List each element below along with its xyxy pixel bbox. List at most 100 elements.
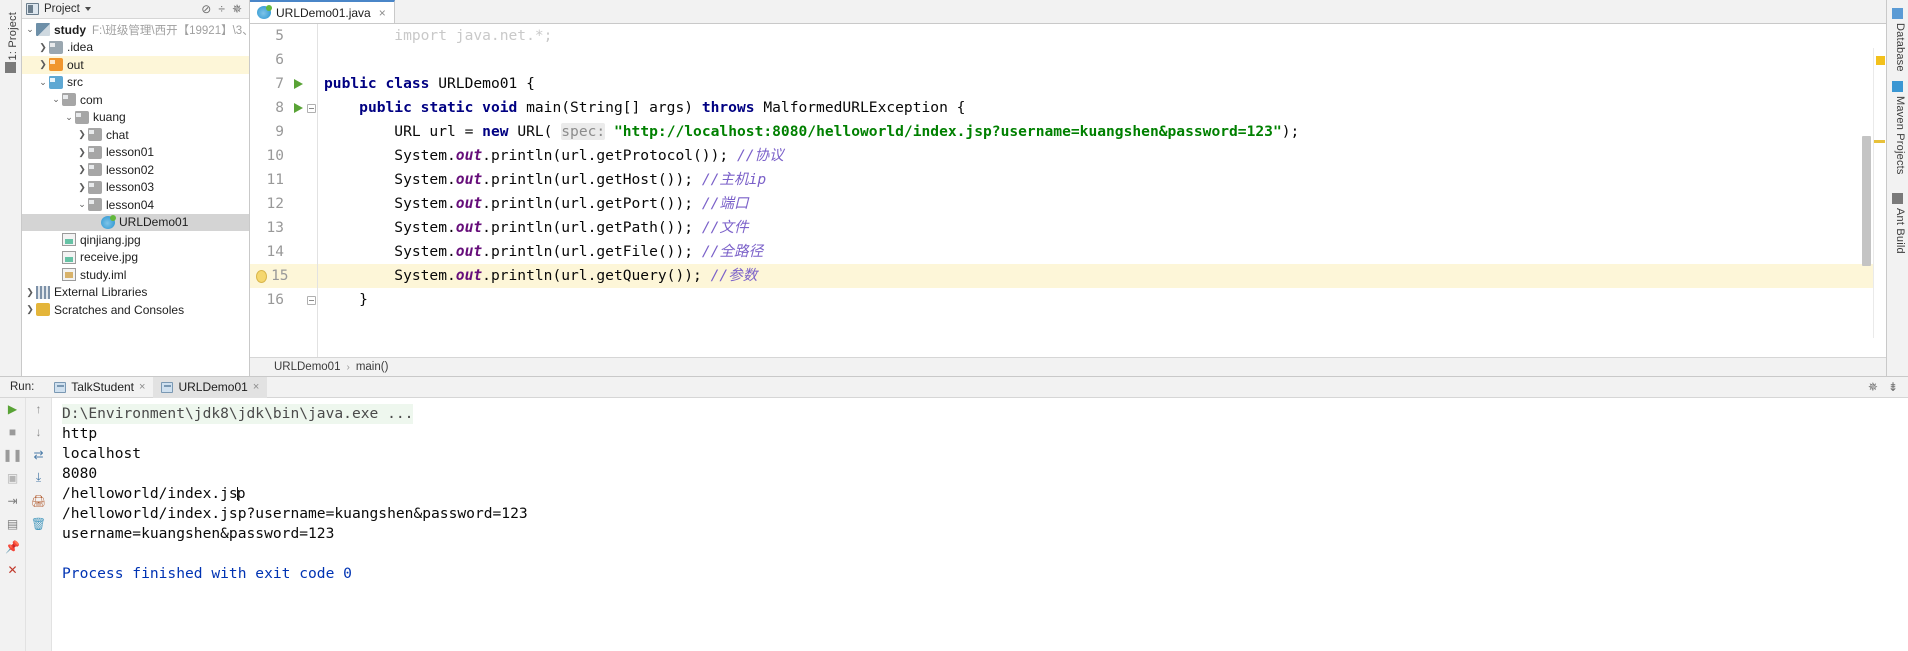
chevron-right-icon[interactable]: ❯ (76, 164, 88, 175)
pause-icon[interactable]: ❚❚ (5, 447, 20, 462)
project-tree[interactable]: ⌄studyF:\班级管理\西开【19921】\3、代码❯.idea❯out⌄s… (22, 19, 249, 376)
chevron-right-icon[interactable]: ❯ (37, 42, 49, 53)
breadcrumb-class[interactable]: URLDemo01 (274, 361, 340, 373)
breadcrumb-method[interactable]: main() (356, 361, 389, 373)
export-icon[interactable]: ⤓ (31, 470, 46, 485)
close-icon[interactable]: × (139, 381, 145, 393)
close-icon[interactable]: × (253, 381, 259, 393)
tree-item-lesson03[interactable]: ❯lesson03 (22, 179, 249, 197)
code-line[interactable]: System.out.println(url.getQuery()); //参数 (318, 264, 1886, 288)
run-gutter-icon[interactable] (288, 103, 302, 113)
code-line[interactable]: System.out.println(url.getProtocol()); /… (318, 144, 1886, 168)
editor-tab-urldemo01[interactable]: URLDemo01.java × (250, 0, 395, 23)
pin-icon[interactable]: 📌 (5, 539, 20, 554)
code-line[interactable]: } (318, 288, 1886, 312)
tree-item--idea[interactable]: ❯.idea (22, 39, 249, 57)
caret-marker[interactable] (1874, 140, 1885, 143)
code-line[interactable]: System.out.println(url.getPath()); //文件 (318, 216, 1886, 240)
hide-panel-icon[interactable]: ⇟ (1888, 381, 1898, 393)
gear-icon[interactable]: ✵ (232, 3, 242, 15)
structure-icon[interactable] (5, 62, 16, 73)
tree-item-lesson01[interactable]: ❯lesson01 (22, 144, 249, 162)
chevron-down-icon[interactable]: ⌄ (50, 94, 62, 105)
tree-item-receive-jpg[interactable]: ·receive.jpg (22, 249, 249, 267)
close-icon[interactable]: × (379, 6, 386, 20)
gear-icon[interactable]: ✵ (1868, 381, 1878, 393)
run-icon[interactable]: ▶ (5, 401, 20, 416)
chevron-down-icon[interactable]: ⌄ (63, 112, 75, 123)
chevron-right-icon[interactable]: ❯ (24, 304, 36, 315)
code-line[interactable]: public static void main(String[] args) t… (318, 96, 1886, 120)
print-icon[interactable]: 🖨 (31, 493, 46, 508)
right-tab-maven-projects[interactable]: Maven Projects (1894, 96, 1906, 175)
editor-scrollbar-thumb[interactable] (1862, 136, 1871, 266)
code-line[interactable]: System.out.println(url.getHost()); //主机i… (318, 168, 1886, 192)
run-gutter-icon[interactable] (288, 79, 302, 89)
tree-item-study[interactable]: ⌄studyF:\班级管理\西开【19921】\3、代码 (22, 21, 249, 39)
fold-toggle-icon[interactable] (305, 296, 317, 305)
rerun-icon[interactable]: ⇥ (5, 493, 20, 508)
code-line[interactable]: System.out.println(url.getFile()); //全路径 (318, 240, 1886, 264)
code-line[interactable]: System.out.println(url.getPort()); //端口 (318, 192, 1886, 216)
arrow-down-icon[interactable]: ↓ (31, 424, 46, 439)
soft-wrap-icon[interactable]: ⇄ (31, 447, 46, 462)
tree-item-chat[interactable]: ❯chat (22, 126, 249, 144)
gutter-row[interactable]: 11 (250, 168, 317, 192)
tree-item-lesson02[interactable]: ❯lesson02 (22, 161, 249, 179)
tree-item-src[interactable]: ⌄src (22, 74, 249, 92)
tree-item-kuang[interactable]: ⌄kuang (22, 109, 249, 127)
expand-split-icon[interactable]: ÷ (218, 3, 225, 15)
gutter-row[interactable]: 14 (250, 240, 317, 264)
tree-item-urldemo01[interactable]: ·URLDemo01 (22, 214, 249, 232)
intention-bulb-icon[interactable] (256, 270, 267, 283)
tree-item-out[interactable]: ❯out (22, 56, 249, 74)
gutter-row[interactable]: 15 (250, 264, 317, 288)
tree-item-external-libraries[interactable]: ❯External Libraries (22, 284, 249, 302)
code-line[interactable]: URL url = new URL( spec: "http://localho… (318, 120, 1886, 144)
chevron-down-icon[interactable]: ⌄ (37, 77, 49, 88)
gutter-row[interactable]: 10 (250, 144, 317, 168)
right-tab-database[interactable]: Database (1894, 23, 1906, 72)
gutter-row[interactable]: 13 (250, 216, 317, 240)
stop-icon[interactable]: ■ (5, 424, 20, 439)
gutter-row[interactable]: 8 (250, 96, 317, 120)
gutter-row[interactable]: 9 (250, 120, 317, 144)
tree-item-scratches-and-consoles[interactable]: ❯Scratches and Consoles (22, 301, 249, 319)
camera-icon[interactable]: ▣ (5, 470, 20, 485)
chevron-right-icon[interactable]: ❯ (76, 182, 88, 193)
chevron-right-icon[interactable]: ❯ (24, 287, 36, 298)
code-area[interactable]: import java.net.*;public class URLDemo01… (318, 24, 1886, 357)
sidebar-tab-project[interactable]: 1: Project (3, 4, 23, 68)
gutter-row[interactable]: 5 (250, 24, 317, 48)
tree-item-qinjiang-jpg[interactable]: ·qinjiang.jpg (22, 231, 249, 249)
chevron-right-icon[interactable]: ❯ (76, 147, 88, 158)
trash-icon[interactable]: 🗑 (31, 516, 46, 531)
editor-body[interactable]: 5678910111213141516 import java.net.*;pu… (250, 24, 1886, 357)
chevron-down-icon[interactable] (85, 7, 91, 11)
editor-gutter[interactable]: 5678910111213141516 (250, 24, 318, 357)
chevron-down-icon[interactable]: ⌄ (24, 24, 36, 35)
warning-marker[interactable] (1876, 56, 1885, 65)
gutter-row[interactable]: 12 (250, 192, 317, 216)
gutter-row[interactable]: 6 (250, 48, 317, 72)
chevron-right-icon[interactable]: ❯ (37, 59, 49, 70)
database-icon[interactable] (1892, 8, 1903, 19)
run-tab-talkstudent[interactable]: TalkStudent× (46, 377, 153, 398)
gutter-row[interactable]: 7 (250, 72, 317, 96)
layout-icon[interactable]: ▤ (5, 516, 20, 531)
tree-item-study-iml[interactable]: ·study.iml (22, 266, 249, 284)
chevron-down-icon[interactable]: ⌄ (76, 199, 88, 210)
collapse-all-icon[interactable]: ⊘ (201, 3, 211, 15)
chevron-right-icon[interactable]: ❯ (76, 129, 88, 140)
maven-icon[interactable] (1892, 81, 1903, 92)
code-line[interactable]: public class URLDemo01 { (318, 72, 1886, 96)
arrow-up-icon[interactable]: ↑ (31, 401, 46, 416)
console-output[interactable]: D:\Environment\jdk8\jdk\bin\java.exe ...… (52, 398, 1908, 651)
marker-bar[interactable] (1873, 48, 1886, 338)
run-tab-urldemo01[interactable]: URLDemo01× (153, 377, 267, 398)
ant-icon[interactable] (1892, 193, 1903, 204)
code-line[interactable] (318, 48, 1886, 72)
close-icon[interactable]: ✕ (5, 562, 20, 577)
fold-toggle-icon[interactable] (305, 104, 317, 113)
tree-item-lesson04[interactable]: ⌄lesson04 (22, 196, 249, 214)
